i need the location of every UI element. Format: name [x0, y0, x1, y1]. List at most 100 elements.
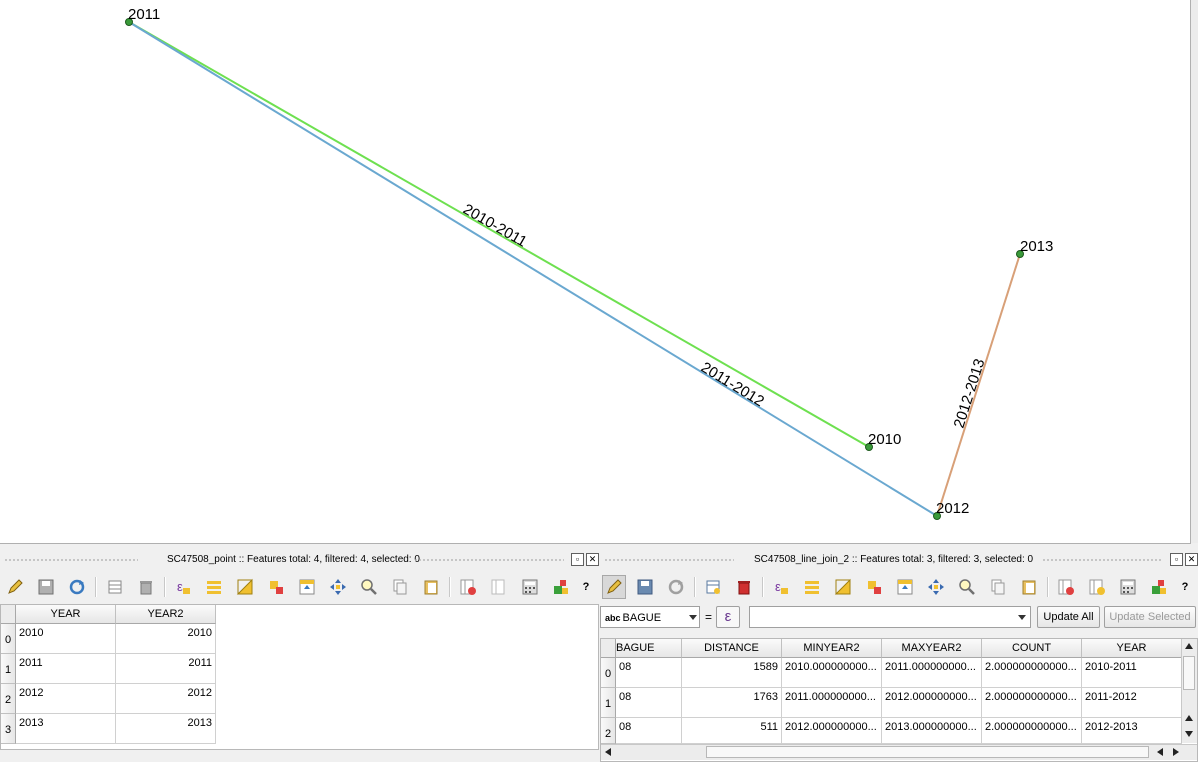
table-cell-year[interactable]: 2011: [16, 654, 116, 684]
panel-titlebar[interactable]: SC47508_line_join_2 :: Features total: 3…: [600, 552, 1198, 568]
drag-grip[interactable]: [4, 558, 138, 562]
horizontal-scrollbar[interactable]: [601, 744, 1197, 760]
paste-icon[interactable]: [1018, 576, 1040, 598]
move-selection-top-icon[interactable]: [894, 576, 916, 598]
column-header-year[interactable]: YEAR: [16, 605, 116, 624]
select-expression-icon[interactable]: ε: [172, 576, 194, 598]
field-calculator-icon[interactable]: [519, 576, 541, 598]
table-cell-year[interactable]: 2012: [16, 684, 116, 714]
table-cell-year[interactable]: 2010-2011: [1082, 658, 1182, 688]
table-cell-minyear2[interactable]: 2010.000000000...: [782, 658, 882, 688]
reload-icon[interactable]: [66, 576, 88, 598]
table-cell-year2[interactable]: 2011: [116, 654, 216, 684]
pan-to-selection-icon[interactable]: [327, 576, 349, 598]
table-cell-maxyear2[interactable]: 2013.000000000...: [882, 718, 982, 744]
help-icon[interactable]: ?: [1174, 576, 1196, 598]
table-cell-year2[interactable]: 2012: [116, 684, 216, 714]
scroll-up-icon[interactable]: [1185, 643, 1193, 649]
move-selection-top-icon[interactable]: [296, 576, 318, 598]
invert-selection-icon[interactable]: [234, 576, 256, 598]
update-selected-button[interactable]: Update Selected: [1104, 606, 1196, 628]
deselect-icon[interactable]: [863, 576, 885, 598]
column-header-year2[interactable]: YEAR2: [116, 605, 216, 624]
line-attribute-table[interactable]: BAGUE DISTANCE MINYEAR2 MAXYEAR2 COUNT Y…: [600, 638, 1198, 762]
table-cell-year[interactable]: 2013: [16, 714, 116, 744]
scroll-thumb[interactable]: [1183, 656, 1195, 690]
actions-icon[interactable]: [550, 576, 572, 598]
column-header-distance[interactable]: DISTANCE: [682, 639, 782, 658]
float-icon[interactable]: ▫: [571, 553, 584, 566]
add-feature-icon[interactable]: [104, 576, 126, 598]
line-2011-2012[interactable]: [128, 21, 938, 517]
row-header[interactable]: 2: [601, 718, 616, 744]
row-header[interactable]: 1: [1, 654, 16, 684]
table-cell-year[interactable]: 2010: [16, 624, 116, 654]
zoom-to-selection-icon[interactable]: [358, 576, 380, 598]
column-header-count[interactable]: COUNT: [982, 639, 1082, 658]
table-cell-year[interactable]: 2011-2012: [1082, 688, 1182, 718]
column-header-minyear2[interactable]: MINYEAR2: [782, 639, 882, 658]
drag-grip[interactable]: [1042, 558, 1162, 562]
expression-input[interactable]: [749, 606, 1031, 628]
delete-icon[interactable]: [135, 576, 157, 598]
drag-grip[interactable]: [604, 558, 734, 562]
column-header-year[interactable]: YEAR: [1082, 639, 1182, 658]
edit-pencil-icon[interactable]: [4, 576, 26, 598]
table-cell-year2[interactable]: 2010: [116, 624, 216, 654]
vertical-scrollbar[interactable]: [1181, 639, 1197, 743]
pan-to-selection-icon[interactable]: [925, 576, 947, 598]
add-feature-icon[interactable]: [702, 576, 724, 598]
help-icon[interactable]: ?: [575, 576, 597, 598]
select-all-icon[interactable]: [203, 576, 225, 598]
table-cell-maxyear2[interactable]: 2011.000000000...: [882, 658, 982, 688]
delete-column-icon[interactable]: [1055, 576, 1077, 598]
column-header-maxyear2[interactable]: MAXYEAR2: [882, 639, 982, 658]
drag-grip[interactable]: [414, 558, 564, 562]
table-cell-bague[interactable]: 08: [616, 718, 682, 744]
close-icon[interactable]: ✕: [1185, 553, 1198, 566]
actions-icon[interactable]: [1148, 576, 1170, 598]
table-cell-bague[interactable]: 08: [616, 658, 682, 688]
deselect-icon[interactable]: [265, 576, 287, 598]
table-corner[interactable]: [601, 639, 616, 658]
copy-icon[interactable]: [987, 576, 1009, 598]
new-column-icon[interactable]: [1086, 576, 1108, 598]
table-cell-distance[interactable]: 1589: [682, 658, 782, 688]
update-all-button[interactable]: Update All: [1037, 606, 1100, 628]
field-select[interactable]: abc BAGUE: [600, 606, 700, 628]
select-all-icon[interactable]: [801, 576, 823, 598]
scroll-thumb[interactable]: [706, 746, 1149, 758]
column-header-bague[interactable]: BAGUE: [616, 639, 682, 658]
table-cell-minyear2[interactable]: 2011.000000000...: [782, 688, 882, 718]
scroll-right-icon[interactable]: [1173, 748, 1179, 756]
close-icon[interactable]: ✕: [586, 553, 599, 566]
save-icon[interactable]: [35, 576, 57, 598]
row-header[interactable]: 0: [601, 658, 616, 688]
chevron-down-icon[interactable]: [1018, 615, 1026, 620]
expression-button[interactable]: ε: [716, 606, 740, 628]
panel-titlebar[interactable]: SC47508_point :: Features total: 4, filt…: [0, 552, 599, 568]
table-cell-year[interactable]: 2012-2013: [1082, 718, 1182, 744]
edit-pencil-icon[interactable]: [602, 575, 626, 599]
table-cell-year2[interactable]: 2013: [116, 714, 216, 744]
scroll-left-icon[interactable]: [1157, 748, 1163, 756]
row-header[interactable]: 0: [1, 624, 16, 654]
table-cell-count[interactable]: 2.000000000000...: [982, 658, 1082, 688]
field-calculator-icon[interactable]: [1117, 576, 1139, 598]
delete-column-icon[interactable]: [457, 576, 479, 598]
table-cell-maxyear2[interactable]: 2012.000000000...: [882, 688, 982, 718]
point-attribute-table[interactable]: YEAR YEAR2 0 2010 2010 1 2011 2011 2 201…: [0, 604, 599, 750]
scroll-down-icon[interactable]: [1185, 731, 1193, 737]
row-header[interactable]: 2: [1, 684, 16, 714]
new-column-icon[interactable]: [488, 576, 510, 598]
scroll-up-icon[interactable]: [1185, 715, 1193, 721]
scroll-left-icon[interactable]: [605, 748, 611, 756]
select-expression-icon[interactable]: ε: [770, 576, 792, 598]
reload-icon[interactable]: [665, 576, 687, 598]
map-canvas[interactable]: 2011 2010 2012 2013 2010-2011 2011-2012 …: [0, 0, 1191, 544]
table-cell-distance[interactable]: 511: [682, 718, 782, 744]
invert-selection-icon[interactable]: [832, 576, 854, 598]
paste-icon[interactable]: [420, 576, 442, 598]
table-corner[interactable]: [1, 605, 16, 624]
row-header[interactable]: 3: [1, 714, 16, 744]
